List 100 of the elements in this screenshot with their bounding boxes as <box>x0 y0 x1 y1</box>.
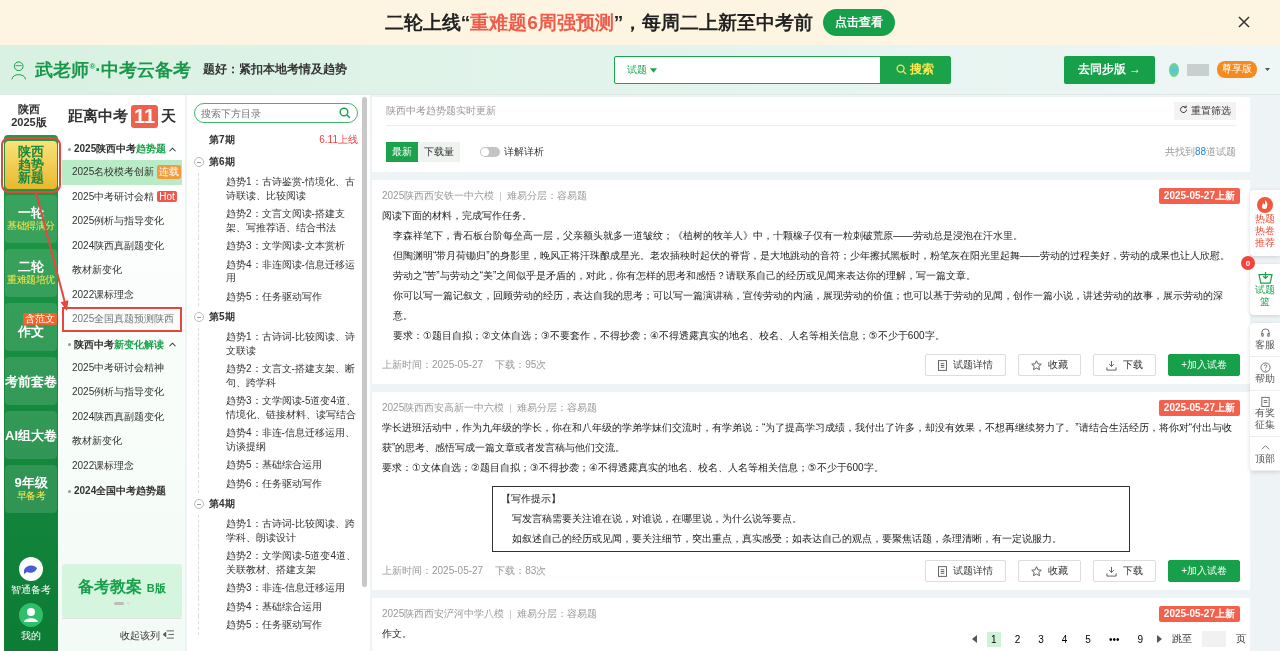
catalog-search-field[interactable]: 搜索下方目录 <box>194 103 358 123</box>
nav-item[interactable]: 考前套卷 <box>5 357 57 406</box>
nav-label[interactable]: 我的 <box>21 629 41 643</box>
page-number[interactable]: 1 <box>987 631 1001 647</box>
refresh-icon <box>1179 105 1189 114</box>
trend-item[interactable]: 趋势5：任务驱动写作 <box>198 287 358 306</box>
nav-item[interactable]: AI组大卷 <box>5 411 57 460</box>
side-tool-button[interactable]: 帮助 <box>1250 357 1280 391</box>
page-number[interactable]: 4 <box>1057 631 1072 647</box>
period-title[interactable]: 第6期 <box>209 155 358 169</box>
update-time: 上新时间：2025-05-27 <box>382 564 484 578</box>
search-field[interactable]: 试题 搜索 <box>614 55 951 84</box>
question-paragraph: 李森祥笔下，青石板台阶每垒高一层，父亲额头就多一道皱纹；《植树的牧羊人》中，十颗橡子仅有一粒刺破荒原——劳动总是浸泡在汗水里。 <box>392 229 1023 243</box>
previous-page-icon[interactable] <box>972 635 978 643</box>
category-item[interactable]: 教材新变化 <box>62 429 182 454</box>
tag-badge: Hot <box>157 191 177 203</box>
trend-item[interactable]: 趋势3：非连-信息迁移运用 <box>198 579 358 598</box>
section-heading: 陕西中考趋势题实时更新 <box>386 104 496 118</box>
toggle-switch[interactable] <box>480 147 500 157</box>
caret-icon[interactable] <box>1264 67 1270 72</box>
period-title[interactable]: 第5期 <box>209 310 358 324</box>
category-item[interactable]: 2024陕西真副题变化 <box>62 233 182 258</box>
group-title[interactable]: 2025陕西中考趋势题 <box>68 142 167 156</box>
hint-line: 写发言稿需要关注谁在说，对谁说，在哪里说，为什么说等要点。 <box>511 512 802 526</box>
question-source: 2025陕西西安浐河中学八模 <box>382 607 505 621</box>
page-number[interactable]: 5 <box>1081 631 1095 647</box>
sort-tab[interactable]: 下载量 <box>418 142 460 162</box>
trend-item[interactable]: 趋势1：古诗词-比较阅读、诗文联读 <box>198 328 358 360</box>
blurred-username <box>1187 63 1209 76</box>
search-type-dropdown[interactable]: 试题 <box>615 62 670 77</box>
member-badge: 尊享版 <box>1216 61 1257 78</box>
trend-item[interactable]: 趋势2：文言文-搭建支架、断句、跨学科 <box>198 360 358 392</box>
page-number[interactable]: 2 <box>1010 631 1025 647</box>
category-item[interactable]: 2024陕西真副题变化 <box>62 404 182 429</box>
question-basket-button[interactable]: 试题篮 <box>1250 264 1280 315</box>
trend-item[interactable]: 趋势6：任务驱动写作 <box>198 474 358 493</box>
page-number[interactable]: ••• <box>1104 631 1124 647</box>
reset-filter-button[interactable]: 重置筛选 <box>1174 102 1236 120</box>
category-item[interactable]: 2022课标理念 <box>62 453 182 478</box>
nav-item[interactable]: 9年级 早备考 <box>5 465 57 514</box>
trend-item[interactable]: 趋势2：文言文阅读-搭建支架、写推荐语、结合书法 <box>198 205 358 237</box>
question-action-button[interactable]: 下载 <box>1093 560 1157 582</box>
question-action-button[interactable]: 下载 <box>1093 354 1157 376</box>
collapse-column-button[interactable]: 收起该列 <box>62 618 182 651</box>
question-action-button[interactable]: 试题详情 <box>925 354 1007 376</box>
group-title[interactable]: 2024全国中考趋势题 <box>68 484 167 498</box>
category-item[interactable]: 2022课标理念 <box>62 282 182 307</box>
search-icon[interactable] <box>339 107 351 119</box>
trend-item[interactable]: 趋势5：任务驱动写作 <box>198 616 358 635</box>
category-item[interactable]: 教材新变化 <box>62 258 182 283</box>
next-page-icon[interactable] <box>1157 635 1162 643</box>
period-title[interactable]: 第4期 <box>209 497 358 511</box>
collapse-caret-icon[interactable] <box>169 146 176 152</box>
side-tool-button[interactable]: 有奖征集 <box>1250 391 1280 437</box>
star-icon <box>1031 565 1043 577</box>
user-icon[interactable] <box>19 603 43 627</box>
document-icon <box>938 359 948 371</box>
category-item[interactable]: 2025例析与指导变化 <box>62 209 182 234</box>
side-tool-button[interactable]: 顶部 <box>1250 437 1280 471</box>
carousel-dots[interactable] <box>114 602 130 605</box>
star-icon <box>1031 359 1043 371</box>
page-number[interactable]: 3 <box>1034 631 1048 647</box>
collapse-list-icon <box>163 630 174 639</box>
basket-icon <box>1257 271 1273 284</box>
hot-recommend-button[interactable]: 热题热卷推荐 <box>1250 190 1280 256</box>
trend-item[interactable]: 趋势2：文学阅读-5道变4道、关联教材、搭建支架 <box>198 547 358 579</box>
trend-item[interactable]: 趋势4：基础综合运用 <box>198 597 358 616</box>
group-title[interactable]: 陕西中考新变化解读 <box>68 337 164 352</box>
trend-item[interactable]: 趋势1：古诗鉴赏-情境化、古诗联读、比较阅读 <box>198 173 358 205</box>
nav-label[interactable]: 智通备考 <box>11 583 51 597</box>
period-title[interactable]: 第7期 <box>209 133 315 147</box>
trend-item[interactable]: 趋势4：非连阅读-信息迁移运用 <box>198 255 358 288</box>
category-item[interactable]: 2025名校模考创新 连载 <box>62 160 182 185</box>
close-icon[interactable] <box>1238 16 1250 28</box>
caret-icon[interactable] <box>650 67 658 73</box>
page-number[interactable]: 9 <box>1133 631 1147 647</box>
chevron-up-icon <box>1259 442 1271 453</box>
question-paragraph: 阅读下面的材料，完成写作任务。 <box>382 209 532 223</box>
trend-item[interactable]: 趋势3：文学阅读-文本赏析 <box>198 237 358 256</box>
category-item[interactable]: 2025全国真题预测陕西 <box>62 307 182 332</box>
banner-text: 二轮上线“重难题6周强预测”，每周二上新至中考前 <box>384 10 814 35</box>
trend-item[interactable]: 趋势5：基础综合运用 <box>198 456 358 475</box>
trend-item[interactable]: 趋势1：古诗词-比较阅读、跨学科、朗读设计 <box>198 515 358 547</box>
category-item[interactable]: 2025例析与指导变化 <box>62 380 182 405</box>
category-item[interactable]: 2025中考研讨会精神 <box>62 355 182 380</box>
scrollbar[interactable] <box>362 97 367 587</box>
trend-item[interactable]: 趋势3：文学阅读-5道变4道、情境化、链接材料、读写结合 <box>198 392 358 424</box>
question-action-button[interactable]: 试题详情 <box>925 560 1007 582</box>
tag-badge: 含范文 <box>23 312 57 325</box>
category-item[interactable]: 2025中考研讨会精 Hot <box>62 184 182 209</box>
question-paragraph: 但陶渊明“带月荷锄归”的身影里，晚风正将汗珠酿成星光。老农插秧时起伏的脊背，是大地跳动的音符；少年擦拭黑板时，粉笔灰在阳光里起舞——劳动的过程美好，劳动的成果也让人欣慰。 <box>392 249 1230 263</box>
result-count: 共找到88道试题 <box>1164 145 1236 159</box>
trend-item[interactable]: 趋势4：非连-信息迁移运用、访谈提纲 <box>198 424 358 456</box>
collapse-caret-icon[interactable] <box>169 342 176 347</box>
help-icon <box>1259 362 1271 373</box>
question-action-button[interactable]: 收藏 <box>1018 354 1082 376</box>
side-tool-button[interactable]: 客服 <box>1250 323 1280 357</box>
question-action-button[interactable]: 收藏 <box>1018 560 1082 582</box>
avatar-icon[interactable] <box>1169 62 1180 77</box>
region-edition: 陕西 2025版 <box>10 102 48 131</box>
